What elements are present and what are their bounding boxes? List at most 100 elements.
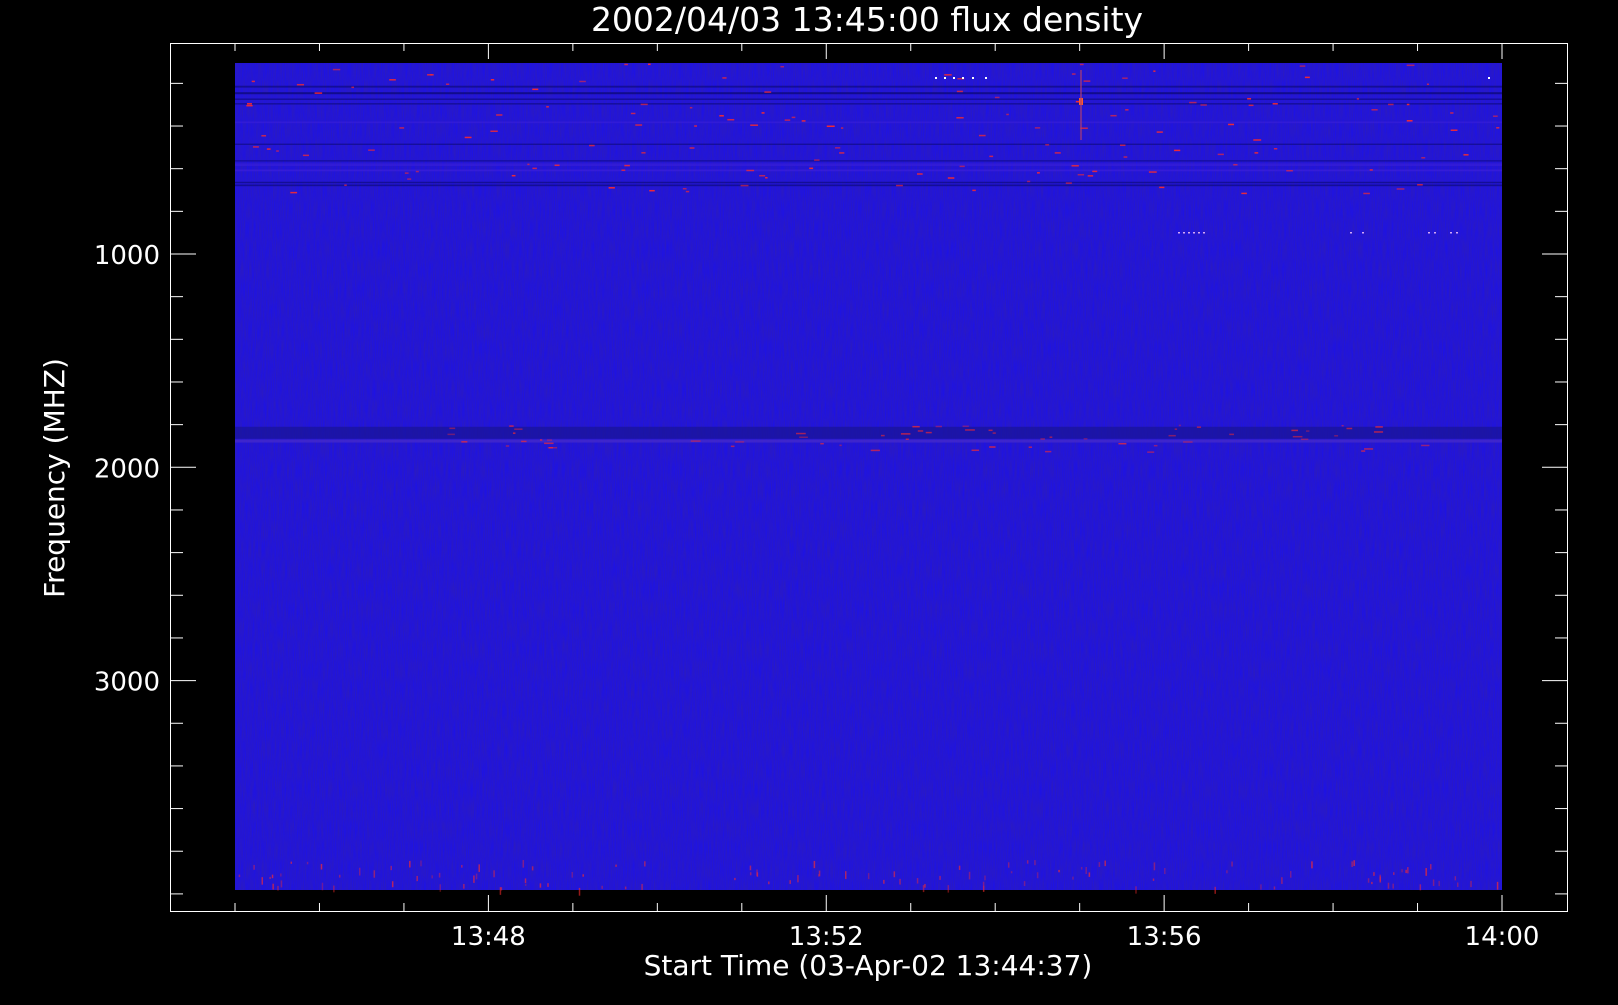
speckle	[1406, 64, 1415, 67]
speckle	[992, 432, 996, 434]
speckle	[840, 127, 844, 129]
speckle	[547, 883, 549, 887]
speckle	[544, 442, 554, 445]
speckle	[579, 80, 586, 83]
speckle	[750, 124, 759, 126]
speckle	[924, 883, 926, 888]
speckle	[512, 432, 516, 434]
speckle	[1450, 112, 1454, 114]
speckle	[266, 148, 271, 150]
speckle	[1034, 860, 1036, 866]
speckle	[641, 883, 643, 890]
speckle	[446, 83, 450, 85]
speckle	[689, 147, 695, 149]
speckle	[1375, 426, 1383, 428]
speckle	[947, 177, 955, 179]
speckle	[344, 184, 347, 186]
speckle	[1396, 188, 1405, 190]
speckle	[1463, 154, 1469, 156]
speckle	[956, 90, 963, 93]
chart-title: 2002/04/03 13:45:00 flux density	[591, 0, 1143, 39]
speckle	[1153, 862, 1156, 871]
speckle	[1045, 144, 1050, 146]
dark-band-edge	[235, 439, 1502, 443]
speckle	[735, 441, 745, 443]
speckle	[439, 884, 442, 892]
speckle	[1153, 70, 1156, 72]
speckle	[761, 112, 765, 114]
speckle	[1272, 103, 1278, 105]
speckle	[817, 874, 820, 877]
speckle	[1260, 884, 1262, 890]
white-dot	[972, 77, 974, 79]
speckle	[649, 189, 655, 192]
speckle	[791, 116, 796, 119]
speckle	[685, 190, 690, 193]
speckle	[1367, 878, 1370, 883]
interference-line	[235, 92, 1502, 94]
speckle	[839, 444, 842, 447]
speckle	[1351, 861, 1353, 868]
speckle	[813, 860, 816, 869]
speckle	[801, 120, 806, 122]
speckle	[1496, 881, 1499, 890]
speckle	[1356, 98, 1360, 100]
speckle	[351, 86, 355, 89]
speckle	[524, 878, 527, 884]
speckle	[539, 883, 542, 888]
speckle	[1174, 149, 1181, 152]
speckle	[1071, 73, 1076, 75]
speckle	[797, 875, 799, 883]
speckle	[1028, 446, 1033, 448]
speckle	[835, 147, 841, 149]
y-tick-label: 2000	[94, 454, 160, 484]
speckle	[1152, 878, 1155, 881]
speckle	[759, 174, 766, 177]
speckle	[253, 864, 255, 870]
speckle	[1281, 877, 1283, 884]
speckle	[916, 878, 919, 884]
speckle	[971, 449, 980, 452]
speckle	[900, 433, 911, 435]
white-dot	[1456, 232, 1458, 234]
speckle	[635, 124, 643, 126]
speckle	[648, 63, 651, 66]
speckle	[1438, 880, 1440, 887]
speckle	[1085, 867, 1087, 875]
speckle	[690, 440, 701, 442]
speckle	[1027, 180, 1031, 183]
speckle	[644, 861, 646, 867]
speckle	[280, 873, 282, 877]
x-tick-label: 13:56	[1127, 922, 1202, 952]
speckle	[1292, 435, 1303, 438]
speckle	[1392, 883, 1394, 889]
speckle	[1054, 152, 1061, 154]
speckle	[1361, 450, 1366, 452]
speckle	[490, 79, 495, 81]
speckle	[1104, 860, 1106, 867]
speckle	[527, 163, 530, 166]
speckle	[749, 865, 752, 871]
speckle	[571, 871, 573, 878]
speckle	[630, 112, 636, 115]
speckle	[427, 74, 433, 76]
speckle	[1450, 129, 1458, 132]
speckle	[461, 864, 463, 868]
speckle	[1214, 886, 1216, 894]
speckle	[826, 125, 835, 128]
speckle	[1353, 860, 1355, 866]
white-dot	[1488, 77, 1490, 79]
speckle	[749, 872, 752, 876]
speckle	[415, 170, 419, 173]
speckle	[1023, 881, 1026, 887]
interference-line	[235, 163, 1502, 165]
speckle	[1098, 862, 1101, 867]
speckle	[582, 874, 584, 877]
speckle	[1007, 862, 1010, 868]
speckle	[1135, 886, 1137, 894]
speckle	[916, 173, 923, 175]
speckle	[1119, 144, 1126, 147]
speckle	[1196, 426, 1202, 428]
dark-band	[235, 426, 1502, 439]
speckle	[1286, 170, 1293, 172]
